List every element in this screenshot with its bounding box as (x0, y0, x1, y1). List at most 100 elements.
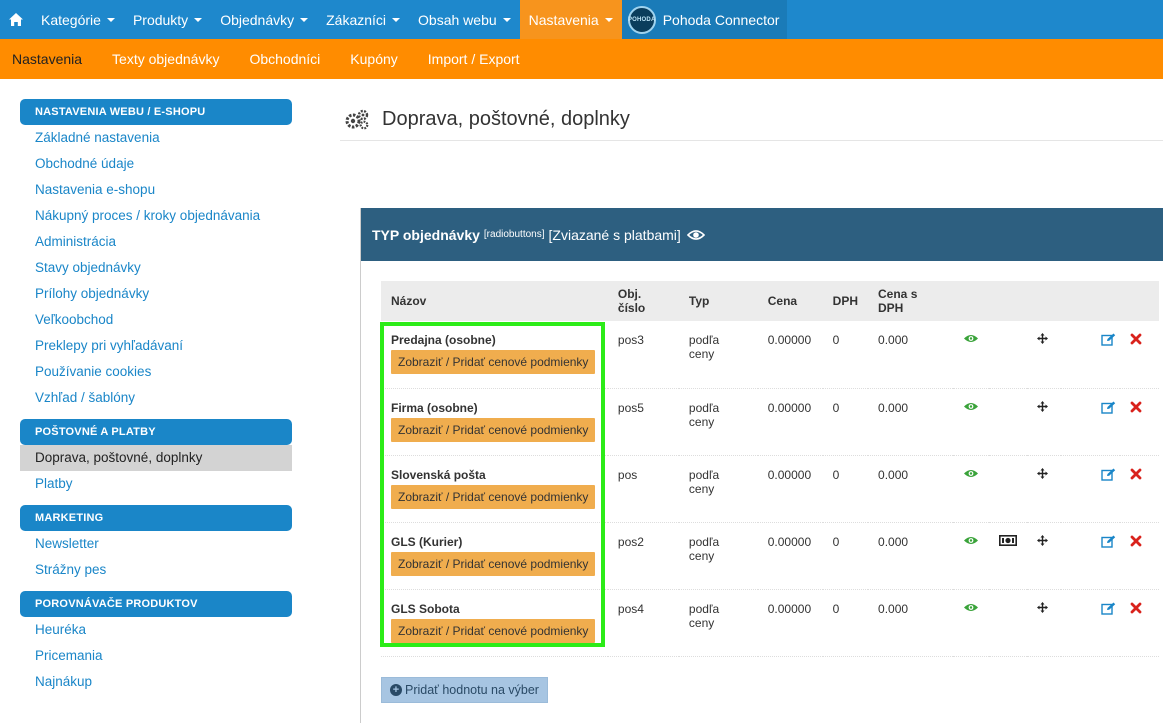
nav-kategorie[interactable]: Kategórie (32, 0, 124, 39)
edit-icon[interactable] (1101, 602, 1116, 615)
row-vat: 0 (832, 467, 840, 482)
move-icon[interactable] (1036, 400, 1048, 412)
move-icon[interactable] (1036, 534, 1048, 546)
row-price-vat: 0.000 (878, 534, 909, 549)
nav-label: Zákazníci (326, 11, 387, 28)
subnav-import-export[interactable]: Import / Export (413, 51, 535, 67)
subnav-obchodnici[interactable]: Obchodníci (234, 51, 335, 67)
caret-down-icon (300, 17, 309, 22)
col-header-cena-s-dph: Cena s DPH (878, 287, 918, 315)
row-vat: 0 (832, 601, 840, 616)
caret-down-icon (106, 17, 115, 22)
nav-nastavenia[interactable]: Nastavenia (519, 0, 622, 39)
row-price: 0.00000 (767, 467, 812, 482)
sidebar-item-preklepy[interactable]: Preklepy pri vyhľadávaní (20, 333, 292, 359)
sidebar-item-doprava[interactable]: Doprava, poštovné, doplnky (20, 445, 292, 471)
nav-pohoda-connector[interactable]: POHODA Pohoda Connector (621, 0, 788, 39)
col-header-dph: DPH (832, 294, 859, 308)
sidebar-item-vzhlad[interactable]: Vzhľad / šablóny (20, 385, 292, 411)
sidebar-item-heureka[interactable]: Heuréka (20, 617, 292, 643)
sidebar-section-title: MARKETING (20, 505, 292, 531)
caret-down-icon (604, 17, 613, 22)
delete-icon[interactable] (1130, 468, 1142, 480)
top-navbar: Kategórie Produkty Objednávky Zákazníci … (0, 0, 1163, 39)
price-conditions-button[interactable]: Zobraziť / Pridať cenové podmienky (391, 484, 596, 509)
add-value-label: Pridať hodnotu na výber (405, 683, 539, 697)
sidebar-item-newsletter[interactable]: Newsletter (20, 531, 292, 557)
row-price: 0.00000 (767, 601, 812, 616)
sidebar-item-pricemania[interactable]: Pricemania (20, 643, 292, 669)
row-price: 0.00000 (767, 333, 812, 347)
panel-title: TYP objednávky (372, 226, 480, 243)
pohoda-logo-icon: POHODA (627, 5, 656, 34)
row-name: GLS (Kurier) (391, 534, 463, 549)
row-type: podľa ceny (688, 400, 720, 429)
col-header-typ: Typ (688, 294, 710, 308)
sidebar-item-platby[interactable]: Platby (20, 471, 292, 497)
nav-obsah-webu[interactable]: Obsah webu (409, 0, 520, 39)
row-type: podľa ceny (688, 467, 720, 496)
sidebar-item-prilohy-objednavky[interactable]: Prílohy objednávky (20, 281, 292, 307)
eye-icon[interactable] (963, 602, 979, 613)
sidebar-item-najnakup[interactable]: Najnákup (20, 669, 292, 695)
row-price-vat: 0.000 (878, 400, 909, 415)
panel-header: TYP objednávky [radiobuttons] [Zviazané … (361, 208, 1163, 261)
row-type: podľa ceny (688, 601, 720, 630)
edit-icon[interactable] (1101, 401, 1116, 414)
eye-icon[interactable] (963, 401, 979, 412)
delete-icon[interactable] (1130, 535, 1142, 547)
edit-icon[interactable] (1101, 468, 1116, 481)
nav-produkty[interactable]: Produkty (124, 0, 211, 39)
row-type: podľa ceny (688, 534, 720, 563)
sub-navbar: Nastavenia Texty objednávky Obchodníci K… (0, 39, 1163, 79)
edit-icon[interactable] (1101, 535, 1116, 548)
sidebar-item-stavy-objednavky[interactable]: Stavy objednávky (20, 255, 292, 281)
eye-icon[interactable] (686, 229, 705, 241)
delete-icon[interactable] (1130, 401, 1142, 413)
page-header: Doprava, poštovné, doplnky (340, 99, 1163, 141)
sidebar-item-cookies[interactable]: Používanie cookies (20, 359, 292, 385)
nav-zakaznici[interactable]: Zákazníci (317, 0, 409, 39)
move-icon[interactable] (1036, 333, 1048, 344)
page-title: Doprava, poštovné, doplnky (382, 108, 630, 130)
move-icon[interactable] (1036, 467, 1048, 479)
move-icon[interactable] (1036, 601, 1048, 613)
sidebar-item-zakladne-nastavenia[interactable]: Základné nastavenia (20, 125, 292, 151)
sidebar-item-nakupny-proces[interactable]: Nákupný proces / kroky objednávania (20, 203, 292, 229)
table-row: Firma (osobne) Zobraziť / Pridať cenové … (381, 388, 1159, 455)
subnav-kupony[interactable]: Kupóny (335, 51, 412, 67)
sidebar-item-velkoobchod[interactable]: Veľkoobchod (20, 307, 292, 333)
sidebar-section-title: NASTAVENIA WEBU / E-SHOPU (20, 99, 292, 125)
nav-objednavky[interactable]: Objednávky (211, 0, 317, 39)
eye-icon[interactable] (963, 535, 979, 546)
price-conditions-button[interactable]: Zobraziť / Pridať cenové podmienky (391, 618, 596, 643)
row-code: pos2 (617, 534, 644, 549)
sidebar-item-obchodne-udaje[interactable]: Obchodné údaje (20, 151, 292, 177)
col-header-cena: Cena (767, 294, 798, 308)
row-code: pos4 (617, 601, 644, 616)
table-header-row: Názov Obj. číslo Typ Cena DPH Cena s DPH (381, 281, 1159, 321)
sidebar-item-nastavenia-eshopu[interactable]: Nastavenia e-shopu (20, 177, 292, 203)
home-icon[interactable] (0, 0, 32, 39)
price-conditions-button[interactable]: Zobraziť / Pridať cenové podmienky (391, 350, 596, 374)
price-conditions-button[interactable]: Zobraziť / Pridať cenové podmienky (391, 551, 596, 576)
row-code: pos3 (617, 333, 644, 347)
sidebar-item-strazny-pes[interactable]: Strážny pes (20, 557, 292, 583)
subnav-texty-objednavky[interactable]: Texty objednávky (97, 51, 234, 67)
sidebar-item-administracia[interactable]: Administrácia (20, 229, 292, 255)
gears-icon (345, 109, 369, 129)
panel-title-note: [Zviazané s platbami] (548, 226, 681, 243)
edit-icon[interactable] (1101, 333, 1116, 346)
delete-icon[interactable] (1130, 602, 1142, 614)
add-value-button[interactable]: + Pridať hodnotu na výber (381, 677, 548, 703)
nav-label: Obsah webu (418, 11, 497, 28)
money-icon[interactable] (998, 534, 1017, 546)
caret-down-icon (194, 17, 203, 22)
price-conditions-button[interactable]: Zobraziť / Pridať cenové podmienky (391, 417, 596, 442)
delete-icon[interactable] (1130, 333, 1142, 345)
row-price-vat: 0.000 (878, 601, 909, 616)
eye-icon[interactable] (963, 333, 979, 344)
subnav-nastavenia[interactable]: Nastavenia (0, 51, 97, 67)
eye-icon[interactable] (963, 468, 979, 479)
nav-label: Nastavenia (528, 11, 599, 28)
